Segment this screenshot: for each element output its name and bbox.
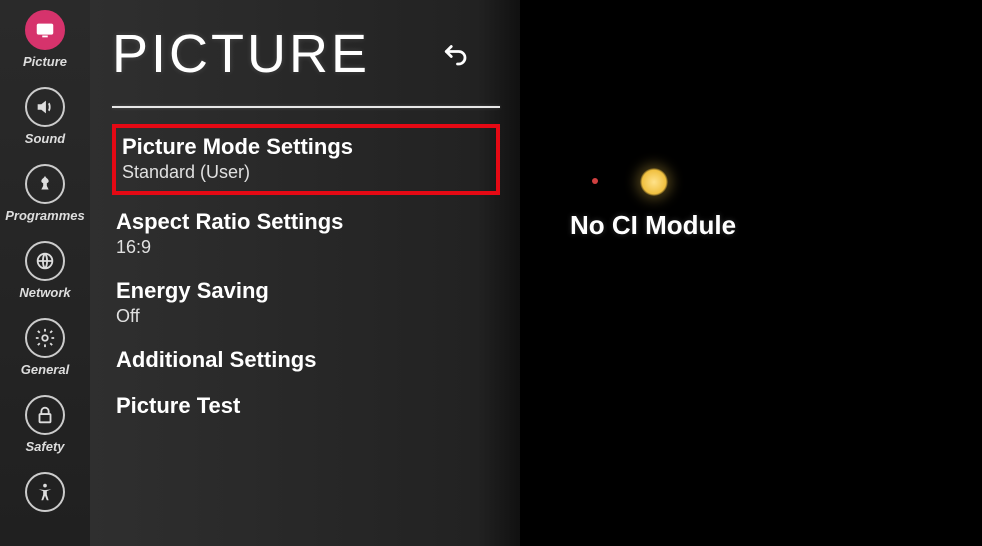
menu-item-title: Picture Mode Settings [122,134,490,160]
settings-sidebar: Picture Sound Programmes Network General… [0,0,90,546]
programmes-icon [25,164,65,204]
preview-area: No CI Module [520,0,982,546]
sidebar-item-label: Safety [25,439,64,454]
sidebar-item-accessibility[interactable] [25,472,65,516]
menu-item-energy-saving[interactable]: Energy Saving Off [112,268,500,337]
menu-item-aspect-ratio[interactable]: Aspect Ratio Settings 16:9 [112,199,500,268]
sidebar-item-network[interactable]: Network [19,241,70,300]
settings-panel: PICTURE Picture Mode Settings Standard (… [90,0,520,546]
general-icon [25,318,65,358]
menu-item-title: Additional Settings [116,347,492,373]
sidebar-item-general[interactable]: General [21,318,69,377]
sidebar-item-label: Picture [23,54,67,69]
sun-icon [640,168,668,196]
menu-item-sub: Off [116,306,492,327]
menu-item-title: Energy Saving [116,278,492,304]
sidebar-item-label: Programmes [5,208,84,223]
sidebar-item-picture[interactable]: Picture [23,10,67,69]
menu-item-sub: Standard (User) [122,162,490,183]
ci-module-message: No CI Module [570,210,736,241]
sidebar-item-label: Sound [25,131,65,146]
red-dot-icon [592,178,598,184]
sound-icon [25,87,65,127]
sidebar-item-label: Network [19,285,70,300]
network-icon [25,241,65,281]
panel-title: PICTURE [112,23,370,85]
menu-item-additional-settings[interactable]: Additional Settings [112,337,500,383]
panel-header: PICTURE [112,0,500,100]
safety-icon [25,395,65,435]
back-icon[interactable] [440,39,470,69]
menu-item-picture-mode[interactable]: Picture Mode Settings Standard (User) [112,124,500,195]
sidebar-item-label: General [21,362,69,377]
divider [112,106,500,108]
menu-item-title: Aspect Ratio Settings [116,209,492,235]
accessibility-icon [25,472,65,512]
menu-list: Picture Mode Settings Standard (User) As… [112,124,500,429]
sidebar-item-programmes[interactable]: Programmes [5,164,84,223]
menu-item-title: Picture Test [116,393,492,419]
menu-item-sub: 16:9 [116,237,492,258]
picture-icon [25,10,65,50]
menu-item-picture-test[interactable]: Picture Test [112,383,500,429]
sidebar-item-sound[interactable]: Sound [25,87,65,146]
sidebar-item-safety[interactable]: Safety [25,395,65,454]
